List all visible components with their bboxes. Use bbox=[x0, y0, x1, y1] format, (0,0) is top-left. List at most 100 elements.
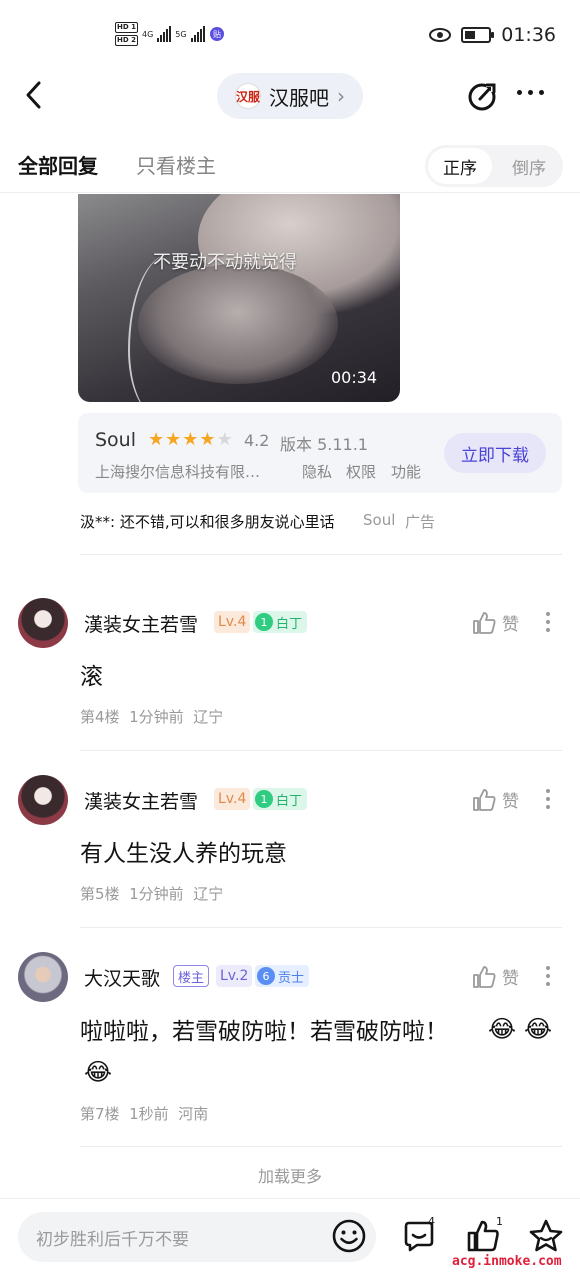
post-time: 1分钟前 bbox=[129, 708, 184, 726]
username[interactable]: 大汉天歌 bbox=[84, 964, 160, 991]
reply-input[interactable]: 初步胜利后千万不要 bbox=[18, 1212, 376, 1262]
signal-icon bbox=[157, 26, 172, 42]
order-desc-button[interactable]: 倒序 bbox=[497, 148, 561, 184]
thumb-up-icon bbox=[473, 788, 496, 811]
post-meta: 第5楼 1分钟前 辽宁 bbox=[80, 883, 223, 904]
laugh-emoji-icon: 😂 bbox=[524, 1015, 553, 1043]
hd2-label: HD 2 bbox=[115, 35, 138, 46]
battery-icon bbox=[461, 27, 495, 43]
badge-name: 贡士 bbox=[278, 970, 305, 986]
post-content: 有人生没人养的玩意 bbox=[80, 841, 287, 867]
back-icon[interactable] bbox=[22, 80, 46, 110]
ad-features-link[interactable]: 功能 bbox=[391, 461, 421, 482]
post-time: 1分钟前 bbox=[129, 885, 184, 903]
level-badge: Lv.4 bbox=[214, 788, 251, 810]
laugh-emoji-icon: 😂 bbox=[84, 1058, 113, 1086]
avatar[interactable] bbox=[18, 775, 68, 825]
more-icon[interactable] bbox=[517, 90, 544, 95]
ad-tag: 广告 bbox=[405, 513, 436, 531]
post-more-icon[interactable] bbox=[546, 612, 550, 632]
hd1-label: HD 1 bbox=[115, 22, 138, 33]
post-more-icon[interactable] bbox=[546, 966, 550, 986]
ad-app-name: Soul bbox=[95, 429, 137, 451]
tab-host-only[interactable]: 只看楼主 bbox=[136, 150, 216, 179]
order-asc-button[interactable]: 正序 bbox=[428, 148, 492, 184]
clock: 01:36 bbox=[501, 24, 556, 46]
forum-pill[interactable]: 汉服 汉服吧 › bbox=[217, 73, 363, 119]
post-location: 辽宁 bbox=[193, 708, 224, 726]
thumb-up-icon bbox=[473, 611, 496, 634]
like-label: 赞 bbox=[502, 969, 519, 989]
ad-rating: 4.2 bbox=[244, 431, 270, 450]
hd-indicators: HD 1 HD 2 bbox=[115, 22, 138, 46]
post-time: 1秒前 bbox=[129, 1105, 169, 1123]
video-caption: 不要动不动就觉得 bbox=[153, 252, 297, 273]
rating-stars: ★ ★ ★ ★ ★ bbox=[148, 431, 233, 449]
title-badge: 1 白丁 bbox=[253, 788, 308, 810]
like-label: 赞 bbox=[502, 792, 519, 812]
username[interactable]: 漢装女主若雪 bbox=[84, 787, 198, 814]
avatar[interactable] bbox=[18, 952, 68, 1002]
title-badge: 6 贡士 bbox=[255, 965, 310, 987]
star-empty-icon: ★ bbox=[216, 429, 233, 450]
divider bbox=[80, 554, 562, 555]
host-tag: 楼主 bbox=[173, 965, 210, 987]
tab-all-replies[interactable]: 全部回复 bbox=[18, 150, 98, 179]
network-5g-label: 5G bbox=[175, 29, 187, 39]
star-icon: ★ bbox=[165, 429, 182, 450]
ad-permissions-link[interactable]: 权限 bbox=[346, 461, 376, 482]
ad-source: Soul bbox=[363, 511, 396, 529]
like-label: 赞 bbox=[502, 615, 519, 635]
post-location: 河南 bbox=[178, 1105, 209, 1123]
post-content: 滚 bbox=[80, 664, 103, 690]
ad-text: 汲**: 还不错,可以和很多朋友说心里话 bbox=[80, 513, 335, 531]
forum-name: 汉服吧 bbox=[269, 85, 329, 110]
status-right: 01:36 bbox=[429, 24, 556, 46]
status-signals: HD 1 HD 2 4G 5G 贴 bbox=[115, 22, 225, 46]
divider bbox=[80, 1146, 562, 1147]
thumb-up-icon bbox=[473, 965, 496, 988]
watermark: acg.inmoke.com bbox=[452, 1254, 562, 1269]
like-count: 1 bbox=[496, 1215, 503, 1228]
level-badge: Lv.2 bbox=[216, 965, 253, 987]
post-meta: 第7楼 1秒前 河南 bbox=[80, 1103, 208, 1124]
divider bbox=[80, 927, 562, 928]
svg-text:贴: 贴 bbox=[213, 29, 221, 39]
star-icon: ★ bbox=[199, 429, 216, 450]
post-floor: 第7楼 bbox=[80, 1105, 120, 1123]
download-button[interactable]: 立即下载 bbox=[444, 433, 546, 473]
post-location: 辽宁 bbox=[193, 885, 224, 903]
ad-version: 版本 5.11.1 bbox=[280, 435, 368, 454]
post-content: 啦啦啦，若雪破防啦！若雪破防啦！ bbox=[80, 1019, 448, 1045]
emoji-icon[interactable] bbox=[331, 1218, 367, 1254]
badge-gem-icon: 1 bbox=[255, 790, 273, 808]
username[interactable]: 漢装女主若雪 bbox=[84, 610, 198, 637]
badge-gem-icon: 1 bbox=[255, 613, 273, 631]
badge-name: 白丁 bbox=[276, 793, 303, 809]
post-more-icon[interactable] bbox=[546, 789, 550, 809]
like-button[interactable]: 赞 bbox=[472, 610, 519, 635]
share-icon[interactable] bbox=[466, 80, 498, 112]
like-button[interactable]: 赞 bbox=[472, 964, 519, 989]
star-icon: ★ bbox=[148, 429, 165, 450]
reply-input-placeholder: 初步胜利后千万不要 bbox=[36, 1229, 189, 1250]
tieba-notify-icon: 贴 bbox=[209, 27, 224, 41]
level-badge: Lv.4 bbox=[214, 611, 251, 633]
eye-icon bbox=[429, 28, 452, 42]
ad-developer: 上海搜尔信息科技有限… bbox=[95, 463, 261, 481]
comment-count: 4 bbox=[428, 1215, 435, 1228]
load-more-button[interactable]: 加载更多 bbox=[0, 1163, 580, 1187]
ad-privacy-link[interactable]: 隐私 bbox=[302, 461, 332, 482]
avatar[interactable] bbox=[18, 598, 68, 648]
star-icon: ★ bbox=[182, 429, 199, 450]
like-button[interactable]: 赞 bbox=[472, 787, 519, 812]
video-duration: 00:34 bbox=[331, 368, 378, 387]
post-floor: 第5楼 bbox=[80, 885, 120, 903]
post-meta: 第4楼 1分钟前 辽宁 bbox=[80, 706, 223, 727]
signal-icon-2 bbox=[190, 26, 205, 42]
star-favorite-icon[interactable] bbox=[528, 1218, 564, 1254]
laugh-emoji-icon: 😂 bbox=[488, 1015, 517, 1043]
badge-name: 白丁 bbox=[276, 616, 303, 632]
chevron-right-icon: › bbox=[337, 84, 345, 108]
network-4g-label: 4G bbox=[141, 29, 154, 39]
